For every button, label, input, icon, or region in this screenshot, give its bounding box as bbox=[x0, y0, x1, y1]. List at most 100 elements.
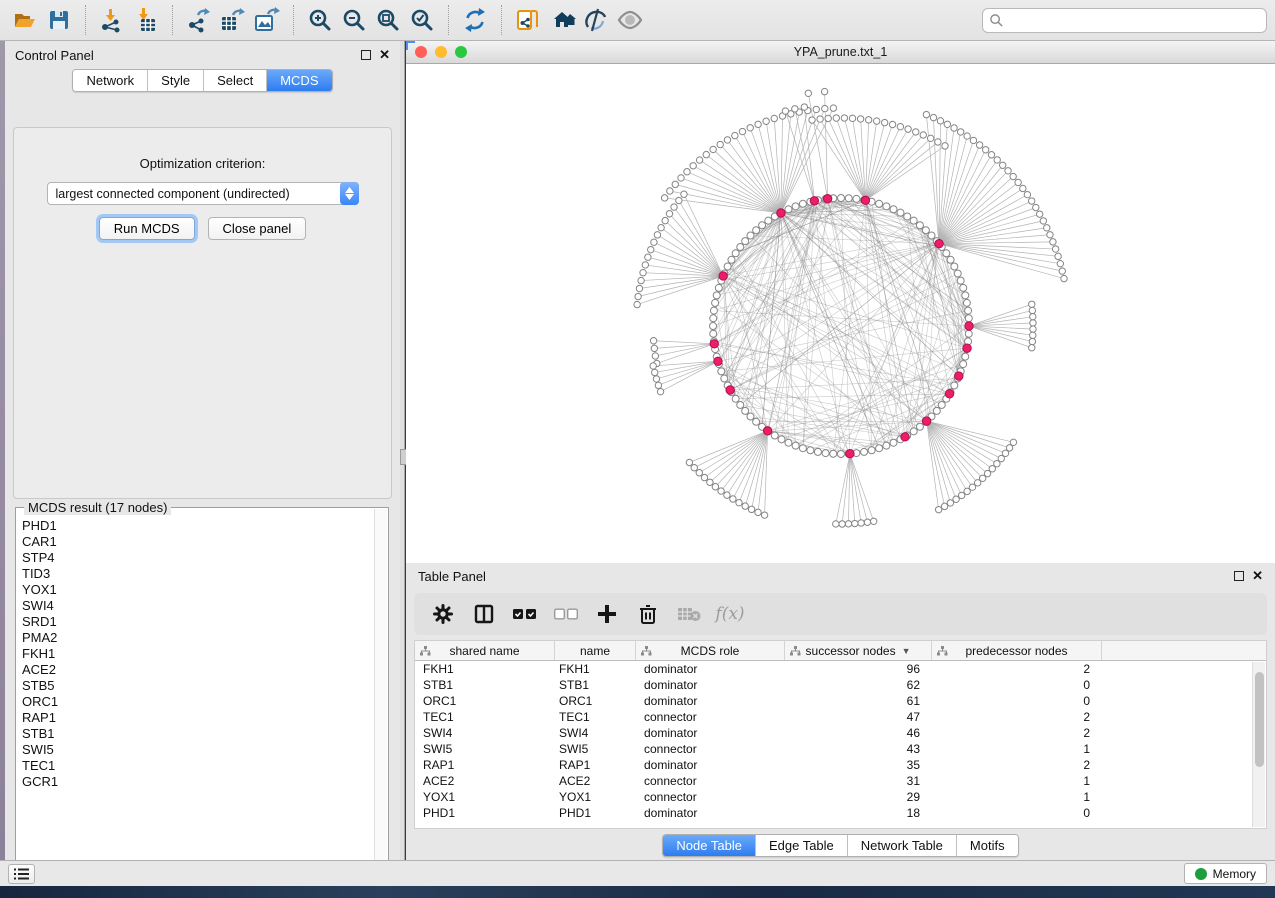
table-header-row: shared namenameMCDS rolesuccessor nodes▼… bbox=[415, 641, 1266, 661]
select-all-checkboxes-icon[interactable] bbox=[510, 599, 540, 629]
mcds-result-item[interactable]: PHD1 bbox=[22, 518, 374, 534]
table-row[interactable]: YOX1YOX1connector291 bbox=[415, 789, 1266, 805]
float-table-panel-icon[interactable] bbox=[1234, 571, 1244, 581]
mcds-result-group: MCDS result (17 nodes) PHD1CAR1STP4TID3Y… bbox=[15, 507, 389, 879]
mcds-result-item[interactable]: PMA2 bbox=[22, 630, 374, 646]
network-home-icon[interactable] bbox=[545, 4, 579, 36]
column-header-shared-name[interactable]: shared name bbox=[415, 641, 555, 660]
refresh-icon[interactable] bbox=[458, 4, 492, 36]
memory-status-icon bbox=[1195, 868, 1207, 880]
mcds-result-item[interactable]: TID3 bbox=[22, 566, 374, 582]
column-header-predecessor-nodes[interactable]: predecessor nodes bbox=[932, 641, 1102, 660]
task-history-button[interactable] bbox=[8, 864, 35, 884]
mcds-result-item[interactable]: TEC1 bbox=[22, 758, 374, 774]
tab-network[interactable]: Network bbox=[73, 70, 148, 91]
mcds-result-item[interactable]: STB5 bbox=[22, 678, 374, 694]
settings-gear-icon[interactable] bbox=[428, 599, 458, 629]
toolbar-separator bbox=[501, 5, 502, 35]
zoom-fit-icon[interactable] bbox=[371, 4, 405, 36]
search-input[interactable] bbox=[1004, 13, 1260, 27]
optimization-criterion-label: Optimization criterion: bbox=[14, 156, 391, 171]
zoom-in-icon[interactable] bbox=[303, 4, 337, 36]
column-header-successor-nodes[interactable]: successor nodes▼ bbox=[785, 641, 932, 660]
mcds-result-item[interactable]: YOX1 bbox=[22, 582, 374, 598]
table-row[interactable]: SWI5SWI5connector431 bbox=[415, 741, 1266, 757]
tab-network-table[interactable]: Network Table bbox=[848, 835, 957, 856]
mcds-result-list[interactable]: PHD1CAR1STP4TID3YOX1SWI4SRD1PMA2FKH1ACE2… bbox=[22, 518, 374, 876]
list-icon bbox=[14, 867, 30, 881]
export-network-icon[interactable] bbox=[182, 4, 216, 36]
column-header-MCDS-role[interactable]: MCDS role bbox=[636, 641, 785, 660]
tab-select[interactable]: Select bbox=[204, 70, 267, 91]
mcds-result-item[interactable]: ORC1 bbox=[22, 694, 374, 710]
mcds-result-item[interactable]: CAR1 bbox=[22, 534, 374, 550]
export-table-icon[interactable] bbox=[216, 4, 250, 36]
zoom-selected-icon[interactable] bbox=[405, 4, 439, 36]
network-canvas[interactable] bbox=[406, 64, 1275, 563]
table-row[interactable]: SWI4SWI4dominator462 bbox=[415, 725, 1266, 741]
tab-style[interactable]: Style bbox=[148, 70, 204, 91]
deselect-all-checkboxes-icon[interactable] bbox=[551, 599, 581, 629]
function-builder-icon: f(x) bbox=[715, 599, 745, 629]
save-session-icon[interactable] bbox=[42, 4, 76, 36]
network-window-titlebar[interactable]: YPA_prune.txt_1 bbox=[406, 41, 1275, 64]
close-panel-button[interactable]: Close panel bbox=[208, 217, 307, 240]
status-bar: Memory bbox=[0, 860, 1275, 886]
table-row[interactable]: FKH1FKH1dominator962 bbox=[415, 661, 1266, 677]
control-panel: Control Panel ✕ NetworkStyleSelectMCDS O… bbox=[5, 41, 400, 860]
tab-motifs[interactable]: Motifs bbox=[957, 835, 1018, 856]
network-graph[interactable] bbox=[406, 64, 1275, 563]
table-scrollbar-thumb[interactable] bbox=[1255, 672, 1264, 767]
node-table: shared namenameMCDS rolesuccessor nodes▼… bbox=[414, 640, 1267, 829]
mcds-result-item[interactable]: STP4 bbox=[22, 550, 374, 566]
close-table-panel-icon[interactable]: ✕ bbox=[1252, 571, 1263, 581]
mcds-result-item[interactable]: SWI5 bbox=[22, 742, 374, 758]
import-table-icon[interactable] bbox=[129, 4, 163, 36]
delete-column-icon[interactable] bbox=[633, 599, 663, 629]
table-row[interactable]: PHD1PHD1dominator180 bbox=[415, 805, 1266, 821]
search-icon bbox=[989, 13, 1004, 28]
mcds-result-item[interactable]: SRD1 bbox=[22, 614, 374, 630]
share-document-icon[interactable] bbox=[511, 4, 545, 36]
float-panel-icon[interactable] bbox=[361, 50, 371, 60]
open-file-icon[interactable] bbox=[8, 4, 42, 36]
mcds-result-item[interactable]: GCR1 bbox=[22, 774, 374, 790]
column-layout-icon[interactable] bbox=[469, 599, 499, 629]
mcds-result-item[interactable]: RAP1 bbox=[22, 710, 374, 726]
import-network-icon[interactable] bbox=[95, 4, 129, 36]
network-panel: YPA_prune.txt_1 bbox=[406, 41, 1275, 563]
mcds-tab-content: Optimization criterion: largest connecte… bbox=[13, 127, 392, 499]
table-row[interactable]: STB1STB1dominator620 bbox=[415, 677, 1266, 693]
table-row[interactable]: ORC1ORC1dominator610 bbox=[415, 693, 1266, 709]
memory-label: Memory bbox=[1213, 867, 1256, 881]
toolbar-separator bbox=[172, 5, 173, 35]
table-row[interactable]: ACE2ACE2connector311 bbox=[415, 773, 1266, 789]
table-row[interactable]: TEC1TEC1connector472 bbox=[415, 709, 1266, 725]
sort-chevron-icon[interactable]: ▼ bbox=[902, 646, 911, 656]
zoom-out-icon[interactable] bbox=[337, 4, 371, 36]
tab-mcds[interactable]: MCDS bbox=[267, 70, 331, 91]
mcds-result-item[interactable]: SWI4 bbox=[22, 598, 374, 614]
close-panel-icon[interactable]: ✕ bbox=[379, 50, 390, 60]
show-graphics-icon[interactable] bbox=[613, 4, 647, 36]
add-column-icon[interactable] bbox=[592, 599, 622, 629]
run-mcds-button[interactable]: Run MCDS bbox=[99, 217, 195, 240]
table-row[interactable]: RAP1RAP1dominator352 bbox=[415, 757, 1266, 773]
vertical-splitter[interactable] bbox=[400, 41, 405, 860]
result-scrollbar[interactable] bbox=[374, 509, 387, 877]
criterion-select[interactable]: largest connected component (undirected) bbox=[47, 182, 359, 205]
tab-edge-table[interactable]: Edge Table bbox=[756, 835, 848, 856]
search-box[interactable] bbox=[982, 8, 1267, 33]
mcds-result-item[interactable]: STB1 bbox=[22, 726, 374, 742]
table-tabs: Node TableEdge TableNetwork TableMotifs bbox=[662, 834, 1018, 857]
export-image-icon[interactable] bbox=[250, 4, 284, 36]
memory-button[interactable]: Memory bbox=[1184, 863, 1267, 884]
hide-graphics-icon[interactable] bbox=[579, 4, 613, 36]
mcds-result-item[interactable]: FKH1 bbox=[22, 646, 374, 662]
table-scrollbar[interactable] bbox=[1252, 662, 1265, 827]
mcds-result-item[interactable]: ACE2 bbox=[22, 662, 374, 678]
toolbar-separator bbox=[293, 5, 294, 35]
tab-node-table[interactable]: Node Table bbox=[663, 835, 756, 856]
column-header-name[interactable]: name bbox=[555, 641, 636, 660]
table-toolbar: f(x) bbox=[414, 593, 1267, 635]
